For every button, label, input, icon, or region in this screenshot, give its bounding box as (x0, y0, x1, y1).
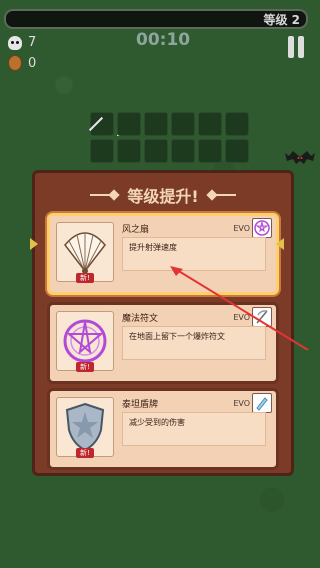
coin-count: 0 (28, 55, 37, 71)
coin-counter: 0 (8, 55, 36, 71)
passive-slot (198, 139, 222, 163)
upgrade-card-titan-shield[interactable]: 新! 泰坦盾牌 EVO 减少受到的伤害 (47, 388, 279, 470)
weapon-slot (171, 112, 195, 136)
shield-icon: 新! (56, 397, 114, 458)
skull-icon (8, 35, 22, 50)
selection-arrow-left-icon (30, 238, 38, 250)
coin-icon (8, 55, 22, 71)
bat-icon (285, 151, 315, 164)
selection-arrow-right-icon (276, 238, 284, 250)
upgrade-name: 风之扇 (122, 225, 150, 235)
new-badge: 新! (76, 362, 94, 372)
annotation-arrow-icon (170, 266, 309, 351)
passive-slot (90, 139, 114, 163)
new-badge: 新! (76, 273, 94, 283)
weapon-slot (144, 112, 168, 136)
sword-icon (88, 116, 104, 132)
weapon-slots: 1 (88, 112, 249, 163)
rune-icon (252, 218, 272, 238)
game-timer: 00:10 (136, 30, 191, 50)
wind-fan-icon: 新! (56, 222, 114, 283)
kill-counter: 7 (8, 35, 36, 50)
upgrade-name: 魔法符文 (122, 314, 159, 324)
levelup-title: 等级提升! (127, 187, 199, 206)
weapon-slot (225, 112, 249, 136)
passive-slot (225, 139, 249, 163)
weapon-slot-sword: 1 (88, 112, 123, 139)
pause-button[interactable] (288, 36, 308, 58)
crystal-icon (252, 393, 272, 413)
kill-count: 7 (28, 35, 37, 50)
new-badge: 新! (76, 448, 94, 458)
title-ornament-right (208, 194, 236, 196)
passive-slot (171, 139, 195, 163)
weapon-slot (117, 112, 141, 136)
passive-slot (144, 139, 168, 163)
magic-rune-icon: 新! (56, 311, 114, 372)
evo-label: EVO (233, 224, 250, 233)
level-label: 等级 2 (263, 13, 300, 27)
weapon-slot (198, 112, 222, 136)
upgrade-name: 泰坦盾牌 (122, 400, 159, 410)
upgrade-description: 减少受到的伤害 (122, 412, 266, 446)
passive-slot (117, 139, 141, 163)
evo-label: EVO (233, 399, 250, 408)
